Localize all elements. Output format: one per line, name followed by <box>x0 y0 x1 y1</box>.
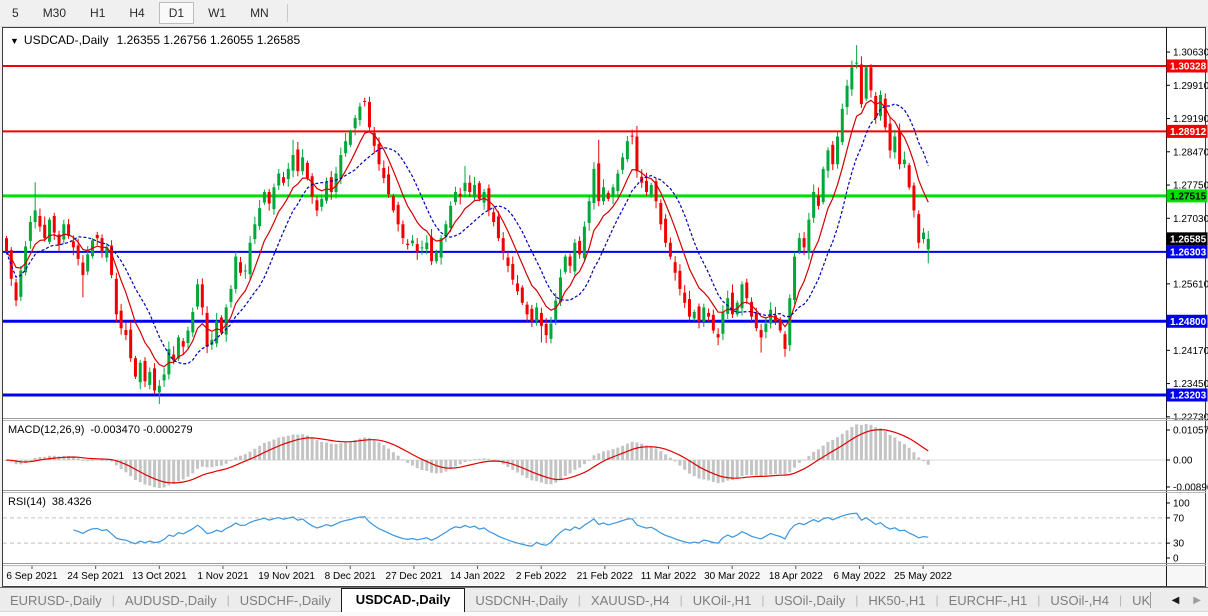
date-tick-label: 6 May 2022 <box>833 571 886 582</box>
date-tick-label: 27 Dec 2021 <box>386 571 443 582</box>
axis-tick-label: 1.24170 <box>1173 346 1208 357</box>
date-tick-label: 13 Oct 2021 <box>132 571 187 582</box>
axis-tick-label: 1.30328 <box>1170 62 1207 73</box>
rsi-indicator-name: RSI(14) <box>8 496 46 508</box>
axis-tick-label: 70 <box>1173 513 1185 524</box>
rsi-pane-label: RSI(14) 38.4326 <box>8 496 98 508</box>
axis-tick-label: 1.22730 <box>1173 412 1208 423</box>
tab-scroll-right-icon[interactable]: ▶ <box>1186 593 1208 608</box>
axis-tick-label: 1.27515 <box>1170 191 1207 202</box>
date-tick-label: 19 Nov 2021 <box>258 571 315 582</box>
timeframe-button-mn[interactable]: MN <box>240 2 279 24</box>
date-tick-label: 18 Apr 2022 <box>769 571 823 582</box>
tab-usdcad-daily[interactable]: USDCAD-,Daily <box>341 588 466 612</box>
timeframe-button-h4[interactable]: H4 <box>119 2 154 24</box>
date-tick-label: 30 Mar 2022 <box>704 571 761 582</box>
chart-symbol-title: USDCAD-,Daily <box>24 33 109 47</box>
date-tick-label: 11 Mar 2022 <box>641 571 697 582</box>
tab-arrows-separator <box>1150 592 1151 608</box>
date-tick-label: 21 Feb 2022 <box>577 571 634 582</box>
macd-pane-label: MACD(12,26,9) -0.003470 -0.000279 <box>8 424 199 436</box>
axis-tick-label: -0.00896 <box>1173 483 1208 494</box>
timeframe-button-d1[interactable]: D1 <box>159 2 194 24</box>
axis-tick-label: 1.28912 <box>1170 127 1207 138</box>
tab-eurusd-daily[interactable]: EURUSD-,Daily <box>0 590 112 611</box>
tab-eurchf-h1[interactable]: EURCHF-,H1 <box>939 590 1038 611</box>
axis-tick-label: 1.29910 <box>1173 81 1208 92</box>
symbol-tabs: EURUSD-,Daily|AUDUSD-,Daily|USDCHF-,Dail… <box>0 588 1150 612</box>
tab-scroll-left-icon[interactable]: ◀ <box>1165 593 1187 608</box>
axis-tick-label: 0.010578 <box>1173 426 1208 437</box>
date-tick-label: 24 Sep 2021 <box>67 571 124 582</box>
date-tick-label: 6 Sep 2021 <box>6 571 58 582</box>
tab-scroll-arrows: ◀ ▶ <box>1150 588 1208 612</box>
axis-tick-label: 1.26303 <box>1170 247 1207 258</box>
tab-ukoil-h4[interactable]: UKOil-,H4 <box>1122 590 1150 611</box>
date-tick-label: 8 Dec 2021 <box>325 571 377 582</box>
axis-tick-label: 1.23203 <box>1170 390 1207 401</box>
tab-xauusd-h4[interactable]: XAUUSD-,H4 <box>581 590 680 611</box>
date-tick-label: 25 May 2022 <box>894 571 952 582</box>
date-tick-label: 2 Feb 2022 <box>516 571 567 582</box>
axis-tick-label: 1.24800 <box>1170 317 1207 328</box>
tab-usoil-daily[interactable]: USOil-,Daily <box>764 590 855 611</box>
chart-canvas[interactable]: 1.306301.299101.291901.284701.277501.270… <box>0 0 1208 616</box>
tab-audusd-daily[interactable]: AUDUSD-,Daily <box>115 590 227 611</box>
timeframe-button-m30[interactable]: M30 <box>33 2 76 24</box>
symbol-tab-bar: EURUSD-,Daily|AUDUSD-,Daily|USDCHF-,Dail… <box>0 587 1208 616</box>
timeframe-toolbar: 5M30H1H4D1W1MN <box>0 0 1208 27</box>
axis-tick-label: 0 <box>1173 554 1179 565</box>
axis-tick-label: 1.25610 <box>1173 279 1208 290</box>
chart-menu-dropdown-icon[interactable]: ▼ <box>10 36 19 46</box>
date-tick-label: 1 Nov 2021 <box>197 571 249 582</box>
macd-indicator-values: -0.003470 -0.000279 <box>90 424 192 436</box>
axis-tick-label: 1.26585 <box>1170 234 1207 245</box>
axis-tick-label: 1.23450 <box>1173 379 1208 390</box>
axis-tick-label: 0.00 <box>1173 456 1193 467</box>
tab-ukoil-h1[interactable]: UKOil-,H1 <box>683 590 762 611</box>
macd-indicator-name: MACD(12,26,9) <box>8 424 84 436</box>
axis-tick-label: 1.27030 <box>1173 214 1208 225</box>
axis-tick-label: 30 <box>1173 539 1185 550</box>
axis-tick-label: 1.28470 <box>1173 147 1208 158</box>
date-tick-label: 14 Jan 2022 <box>450 571 505 582</box>
tab-usdchf-daily[interactable]: USDCHF-,Daily <box>230 590 341 611</box>
timeframe-button-5[interactable]: 5 <box>2 2 29 24</box>
chart-header: ▼ USDCAD-,Daily 1.26355 1.26756 1.26055 1.… <box>10 33 300 47</box>
timeframe-button-h1[interactable]: H1 <box>80 2 115 24</box>
mt4-window: 5M30H1H4D1W1MN 1.30630 1.29910 1.29190 1.28… <box>0 0 1208 616</box>
chart-ohlc-values: 1.26355 1.26756 1.26055 1.26585 <box>117 33 301 47</box>
tab-hk50-h1[interactable]: HK50-,H1 <box>858 590 935 611</box>
tab-usdcnh-daily[interactable]: USDCNH-,Daily <box>465 590 577 611</box>
tab-usoil-h4[interactable]: USOil-,H4 <box>1040 590 1119 611</box>
rsi-indicator-value: 38.4326 <box>52 496 92 508</box>
axis-tick-label: 1.29190 <box>1173 114 1208 125</box>
timeframe-button-w1[interactable]: W1 <box>198 2 236 24</box>
axis-tick-label: 100 <box>1173 499 1190 510</box>
axis-tick-label: 1.30630 <box>1173 48 1208 59</box>
toolbar-separator <box>287 4 288 22</box>
